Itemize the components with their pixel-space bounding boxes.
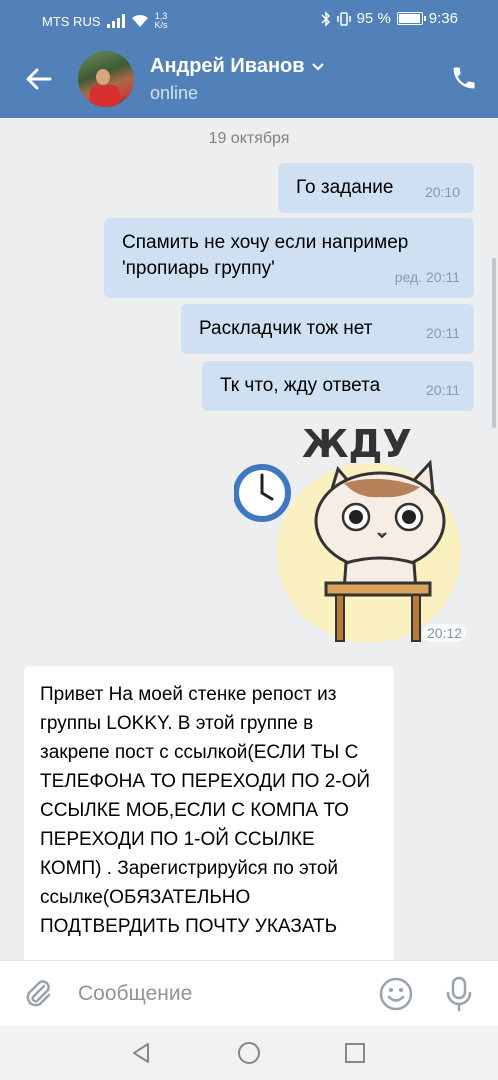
battery-percent: 95 %: [356, 10, 391, 27]
message-time: ред. 20:11: [394, 269, 460, 285]
chat-header: Андрей Иванов online: [0, 40, 498, 118]
carrier-label: MTS RUS: [42, 13, 101, 29]
vibrate-icon: [336, 11, 351, 26]
message-time: 20:10: [424, 184, 460, 200]
wifi-icon: [131, 14, 148, 27]
paperclip-icon[interactable]: [22, 978, 54, 1010]
nav-back-icon[interactable]: [128, 1040, 154, 1066]
clock: 9:36: [428, 10, 458, 27]
message-time: 20:11: [426, 325, 460, 341]
contact-name[interactable]: Андрей Иванов: [150, 55, 325, 78]
message-text: Тк что, жду ответа: [220, 375, 381, 396]
microphone-icon[interactable]: [444, 975, 474, 1013]
message-time: 20:11: [426, 382, 460, 398]
chevron-down-icon: [311, 62, 324, 71]
message-bubble[interactable]: Тк что, жду ответа 20:11: [202, 361, 474, 411]
bluetooth-icon: [321, 10, 330, 27]
date-separator: 19 октября: [208, 130, 290, 147]
network-speed: 1,3 K/s: [154, 11, 168, 30]
phone-icon[interactable]: [450, 64, 478, 92]
sticker-text: ЖДУ: [302, 422, 412, 466]
message-bubble[interactable]: Спамить не хочу если например 'пропиарь …: [104, 218, 474, 298]
message-bubble[interactable]: Го задание 20:10: [278, 163, 474, 213]
scrollbar[interactable]: [492, 258, 496, 428]
avatar[interactable]: [78, 51, 134, 107]
smiley-icon[interactable]: [378, 976, 414, 1012]
message-time: 20:12: [422, 624, 466, 642]
composer: [0, 960, 498, 1026]
message-text: Привет На моей стенке репост из группы L…: [40, 684, 371, 937]
system-navigation-bar: [0, 1026, 498, 1080]
sticker-cat-waiting[interactable]: ЖДУ: [234, 413, 464, 653]
signal-icon: [106, 14, 125, 28]
back-arrow-icon[interactable]: [22, 62, 56, 96]
message-bubble[interactable]: Раскладчик тож нет 20:11: [181, 304, 474, 354]
message-list[interactable]: 19 октября Го задание 20:10 Спамить не х…: [0, 118, 498, 960]
status-bar: MTS RUS 1,3 K/s 95 % 9:36: [0, 0, 498, 40]
battery-icon: [396, 12, 426, 25]
message-input[interactable]: [78, 975, 358, 1013]
nav-recent-icon[interactable]: [342, 1040, 368, 1066]
contact-status: online: [150, 83, 199, 103]
message-text: Го задание: [296, 177, 394, 198]
message-text: Раскладчик тож нет: [199, 318, 373, 339]
message-text: Спамить не хочу если например 'пропиарь …: [122, 232, 409, 279]
nav-home-icon[interactable]: [236, 1040, 262, 1066]
message-bubble[interactable]: Привет На моей стенке репост из группы L…: [24, 666, 394, 960]
